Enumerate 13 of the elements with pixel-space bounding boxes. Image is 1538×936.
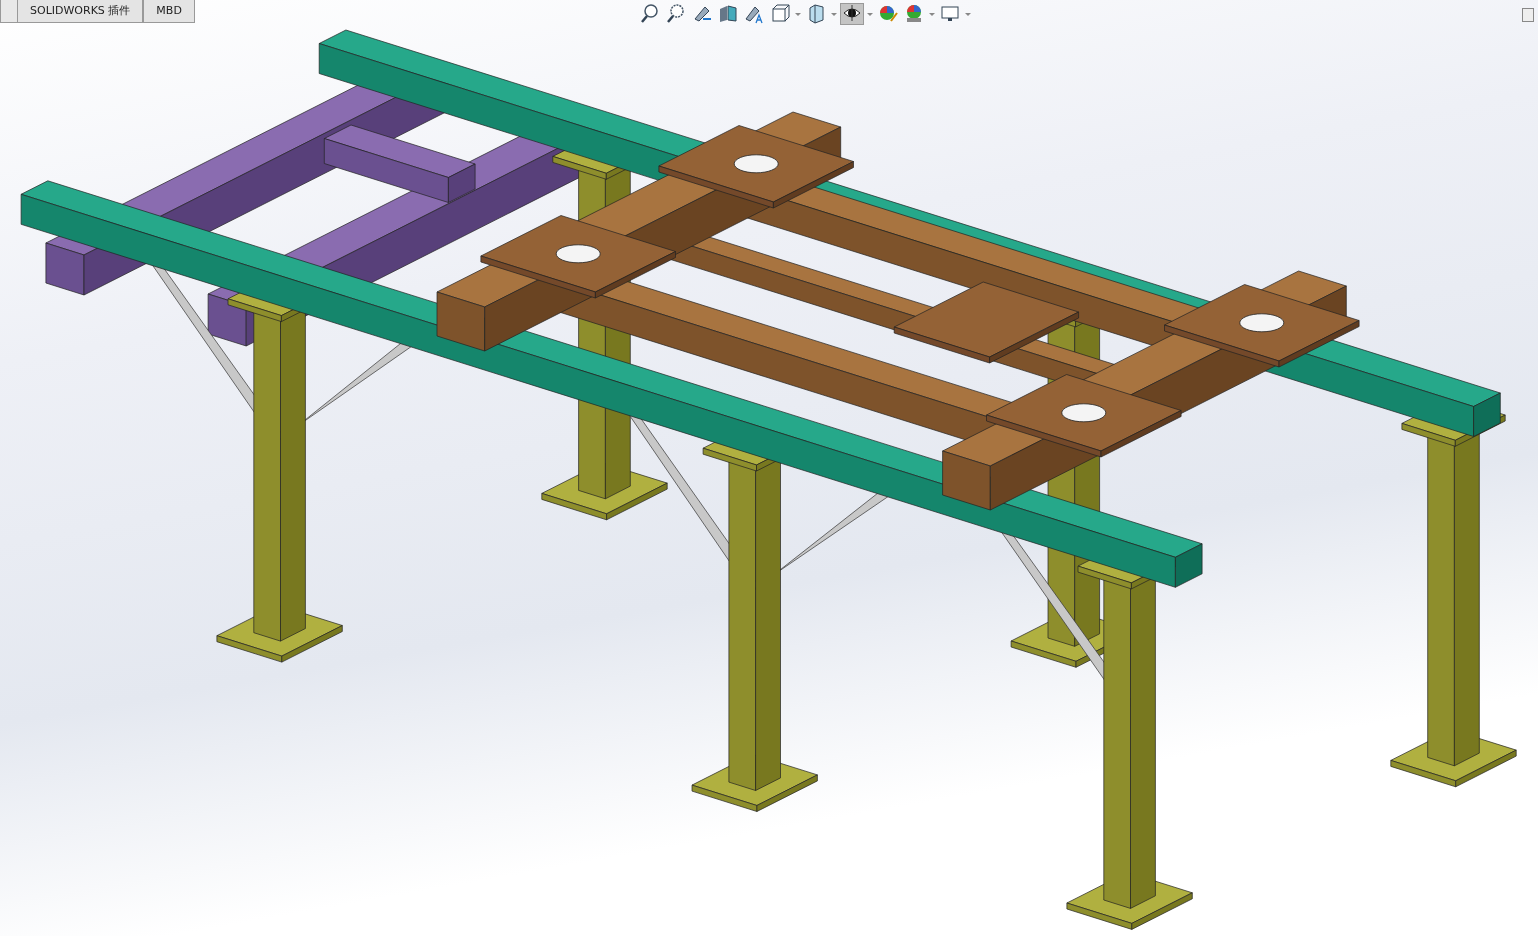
caret-icon[interactable] [866,10,874,18]
view-tool-button[interactable] [840,3,864,25]
caret-icon[interactable] [964,10,972,18]
section-view-icon [717,3,739,25]
caret-icon[interactable] [830,10,838,18]
collapse-panel-button[interactable] [1522,8,1534,22]
command-tab[interactable]: SOLIDWORKS 插件 [17,0,144,22]
command-tab[interactable]: MBD [143,0,195,22]
caret-icon[interactable] [928,10,936,18]
cube-icon [769,3,791,25]
zoom-fit-icon [639,3,661,25]
zoom-area-icon [665,3,687,25]
caret-icon[interactable] [794,10,802,18]
